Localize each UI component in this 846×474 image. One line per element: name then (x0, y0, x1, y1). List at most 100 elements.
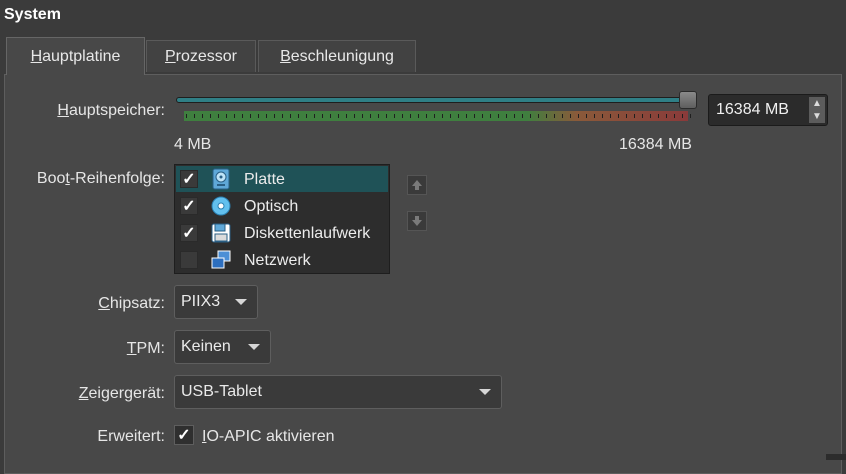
scale-tick (506, 114, 507, 118)
boot-checkbox[interactable]: ✓ (180, 224, 198, 242)
move-up-button[interactable] (407, 175, 427, 195)
extended-label: Erweitert: (97, 428, 165, 445)
scale-tick (194, 114, 195, 118)
boot-item-platte[interactable]: ✓ Platte (176, 166, 388, 192)
scale-tick (258, 114, 259, 118)
tab-hauptplatine-label: auptplatine (42, 47, 121, 65)
boot-item-label: Diskettenlaufwerk (244, 225, 371, 242)
boot-item-diskettenlaufwerk[interactable]: ✓ Diskettenlaufwerk (176, 220, 388, 246)
scale-tick (594, 114, 595, 118)
scale-tick (314, 114, 315, 118)
scale-tick (522, 114, 523, 118)
scale-tick (354, 114, 355, 118)
scale-tick (546, 114, 547, 118)
scale-tick (666, 114, 667, 118)
boot-order-list[interactable]: ✓ Platte ✓ Optisch ✓ Diskettenlaufwerk N… (174, 164, 390, 274)
scale-tick (514, 114, 515, 118)
scale-tick (690, 114, 691, 118)
pointer-label-text: eigergerät: (88, 385, 166, 402)
section-title: System (4, 6, 61, 23)
scale-tick (650, 114, 651, 118)
scale-tick (490, 114, 491, 118)
scale-tick (674, 114, 675, 118)
boot-item-label: Optisch (244, 198, 299, 215)
scale-tick (306, 114, 307, 118)
scale-tick (418, 114, 419, 118)
tpm-label: TPM: (127, 340, 165, 358)
boot-checkbox[interactable] (180, 251, 198, 269)
scale-tick (266, 114, 267, 118)
scale-tick (378, 114, 379, 118)
chipset-label: Chipsatz: (98, 295, 165, 313)
memory-slider-groove[interactable] (176, 97, 688, 103)
scale-tick (274, 114, 275, 118)
memory-min-label: 4 MB (174, 136, 212, 153)
spin-up-icon[interactable]: ▲ (809, 97, 825, 110)
scale-tick (562, 114, 563, 118)
boot-label-post: -Reihenfolge: (69, 170, 165, 187)
scale-tick (482, 114, 483, 118)
chevron-down-icon (479, 389, 491, 395)
scale-tick (626, 114, 627, 118)
scale-tick (282, 114, 283, 118)
boot-item-optisch[interactable]: ✓ Optisch (176, 193, 388, 219)
scale-tick (434, 114, 435, 118)
scale-tick (290, 114, 291, 118)
scale-tick (538, 114, 539, 118)
tab-prozessor-mnemonic: P (164, 47, 176, 65)
ioapic-label[interactable]: IO-APIC aktivieren (202, 428, 335, 446)
boot-item-label: Netzwerk (244, 252, 311, 269)
boot-checkbox[interactable]: ✓ (180, 170, 198, 188)
boot-checkbox[interactable]: ✓ (180, 197, 198, 215)
tab-prozessor[interactable]: Prozessor (146, 40, 256, 72)
scale-tick (298, 114, 299, 118)
boot-label-pre: Boo (36, 170, 66, 187)
scale-tick (634, 114, 635, 118)
scale-tick (410, 114, 411, 118)
scale-tick (394, 114, 395, 118)
move-down-button[interactable] (407, 211, 427, 231)
tpm-label-text: PM: (136, 340, 165, 357)
scale-tick (442, 114, 443, 118)
chipset-select[interactable]: PIIX3 (174, 285, 258, 319)
scale-tick (218, 114, 219, 118)
scale-tick (322, 114, 323, 118)
ioapic-label-text: O-APIC aktivieren (206, 428, 335, 445)
ioapic-checkbox[interactable]: ✓ (174, 425, 194, 445)
scale-tick (466, 114, 467, 118)
scale-tick (618, 114, 619, 118)
tab-beschleunigung[interactable]: Beschleunigung (258, 40, 416, 72)
chipset-value: PIIX3 (181, 293, 221, 310)
scale-tick (642, 114, 643, 118)
tpm-select[interactable]: Keinen (174, 330, 271, 364)
hard-disk-icon (212, 168, 230, 190)
spin-down-icon[interactable]: ▼ (809, 110, 825, 123)
scale-tick (250, 114, 251, 118)
scale-tick (586, 114, 587, 118)
scale-tick (426, 114, 427, 118)
scale-tick (370, 114, 371, 118)
floppy-disk-icon (211, 223, 231, 243)
scrollbar-corner (826, 454, 846, 460)
scale-tick (386, 114, 387, 118)
scale-tick (338, 114, 339, 118)
chipset-label-mnemonic: C (98, 295, 110, 312)
tpm-value: Keinen (181, 338, 231, 355)
boot-item-netzwerk[interactable]: Netzwerk (176, 247, 388, 273)
pointer-label: Zeigergerät: (79, 385, 165, 403)
chevron-down-icon (248, 344, 260, 350)
tab-hauptplatine[interactable]: Hauptplatine (6, 37, 145, 75)
network-icon (211, 250, 231, 269)
scale-tick (242, 114, 243, 118)
scale-tick (234, 114, 235, 118)
pointer-select[interactable]: USB-Tablet (174, 375, 502, 409)
scale-tick (210, 114, 211, 118)
scale-tick (330, 114, 331, 118)
memory-value[interactable]: 16384 MB (716, 101, 789, 119)
scale-tick (346, 114, 347, 118)
scale-tick (554, 114, 555, 118)
memory-slider-handle[interactable] (679, 91, 697, 109)
scale-tick (530, 114, 531, 118)
memory-scale-ticks (184, 111, 691, 121)
pointer-value: USB-Tablet (181, 383, 262, 400)
